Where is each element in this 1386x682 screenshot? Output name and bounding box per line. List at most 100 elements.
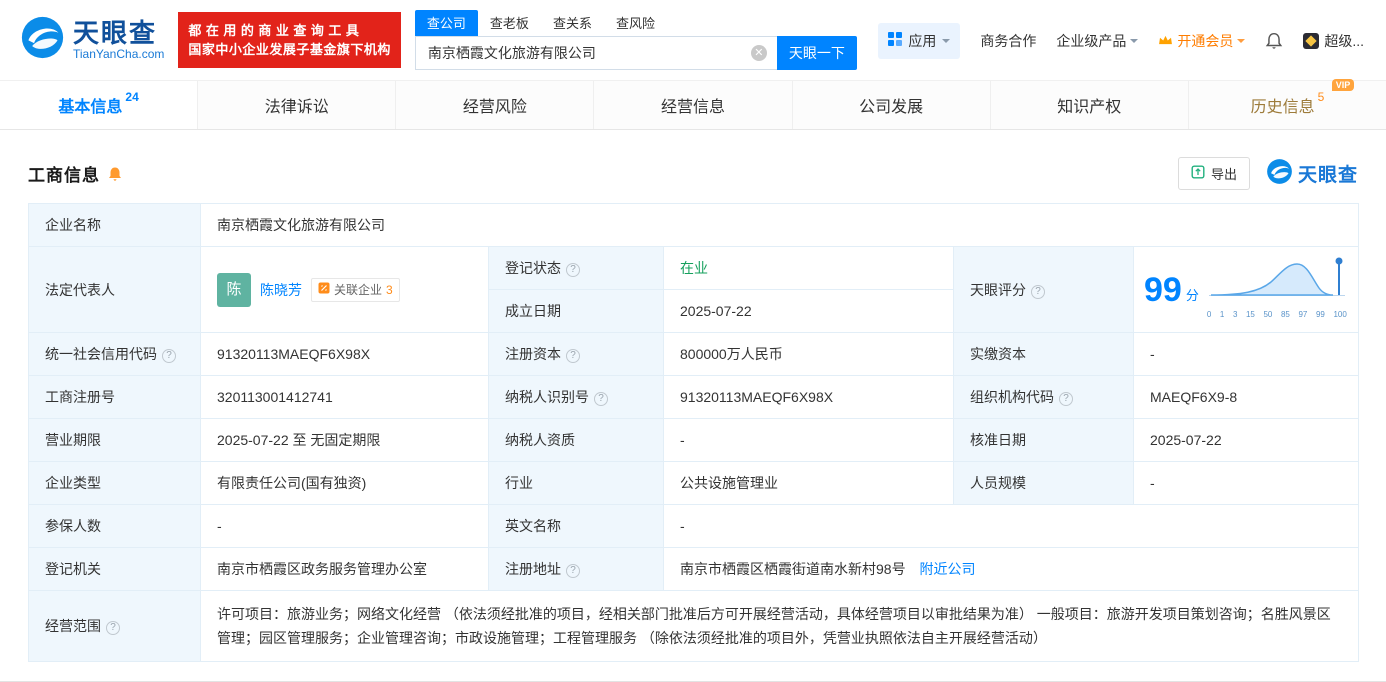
search-tab-company[interactable]: 查公司 <box>414 10 478 36</box>
tab-operation-risk[interactable]: 经营风险 <box>396 81 595 129</box>
industry-value: 公共设施管理业 <box>663 461 954 505</box>
legal-rep-cell: 陈 陈晓芳 关联企业 3 <box>200 246 489 333</box>
clear-search-icon[interactable] <box>750 45 767 61</box>
insured-count-label: 参保人数 <box>28 504 201 548</box>
export-button[interactable]: 导出 <box>1177 157 1250 190</box>
search-tab-boss[interactable]: 查老板 <box>478 10 541 36</box>
business-term-label: 营业期限 <box>28 418 201 462</box>
table-row: 参保人数 - 英文名称 - <box>28 504 1360 548</box>
help-icon[interactable] <box>162 349 176 363</box>
export-label: 导出 <box>1210 167 1237 182</box>
help-icon[interactable] <box>566 349 580 363</box>
help-icon[interactable] <box>594 392 608 406</box>
user-account-menu[interactable]: 超级... <box>1303 31 1364 51</box>
staff-scale-value: - <box>1132 461 1360 505</box>
reg-capital-label: 注册资本 <box>488 332 664 376</box>
search-tab-relation[interactable]: 查关系 <box>541 10 604 36</box>
reg-status-label: 登记状态 <box>488 246 664 290</box>
registered-address-label: 注册地址 <box>488 547 664 591</box>
tab-operation-info-label: 经营信息 <box>660 99 725 116</box>
taxpayer-id-value: 91320113MAEQF6X98X <box>663 375 954 419</box>
tab-basic-info-label: 基本信息 <box>58 99 123 116</box>
tianyancha-logo-icon <box>20 15 65 65</box>
approval-date-value: 2025-07-22 <box>1132 418 1360 462</box>
tab-legal-litigation[interactable]: 法律诉讼 <box>198 81 397 129</box>
legal-rep-name-link[interactable]: 陈晓芳 <box>260 280 302 300</box>
tab-operation-info[interactable]: 经营信息 <box>594 81 793 129</box>
related-companies-badge[interactable]: 关联企业 3 <box>311 277 400 302</box>
established-label: 成立日期 <box>488 289 664 333</box>
paid-capital-value: - <box>1132 332 1360 376</box>
table-row: 登记机关 南京市栖霞区政务服务管理办公室 注册地址 南京市栖霞区栖霞街道南水新村… <box>28 547 1360 591</box>
legal-rep-avatar[interactable]: 陈 <box>217 272 251 307</box>
tab-history-info[interactable]: 历史信息5 VIP <box>1189 79 1386 129</box>
taxpayer-qualification-label: 纳税人资质 <box>488 418 664 462</box>
help-icon[interactable] <box>1059 392 1073 406</box>
brand-watermark-label: 天眼查 <box>1297 165 1358 186</box>
tianyancha-logo[interactable]: 天眼查 TianYanCha.com <box>20 15 164 65</box>
taxpayer-id-label: 纳税人识别号 <box>488 375 664 419</box>
section-brand-watermark: 天眼查 <box>1266 158 1358 190</box>
nav-open-vip[interactable]: 开通会员 <box>1158 31 1246 51</box>
company-type-value: 有限责任公司(国有独资) <box>200 461 489 505</box>
section-title: 工商信息 <box>28 166 100 185</box>
vip-crown-icon <box>1158 33 1173 49</box>
tab-intellectual-property-label: 知识产权 <box>1057 99 1122 116</box>
english-name-label: 英文名称 <box>488 504 664 548</box>
user-label: 超级... <box>1324 32 1364 49</box>
staff-scale-label: 人员规模 <box>953 461 1134 505</box>
table-row: 工商注册号 320113001412741 纳税人识别号 91320113MAE… <box>28 375 1360 419</box>
business-term-value: 2025-07-22 至 无固定期限 <box>200 418 489 462</box>
header-right-nav: 应用 商务合作 企业级产品 开通会员 超级... <box>878 0 1364 81</box>
search-tabs: 查公司 查老板 查关系 查风险 <box>414 10 857 36</box>
score-number: 99 <box>1144 270 1182 309</box>
related-companies-icon <box>318 280 330 300</box>
table-row: 经营范围 许可项目：旅游业务；网络文化经营 （依法须经批准的项目，经相关部门批准… <box>28 590 1360 662</box>
apps-menu[interactable]: 应用 <box>878 22 961 59</box>
score-axis-ticks: 0 1 3 15 50 85 97 99 100 <box>1206 309 1347 319</box>
apps-label: 应用 <box>908 32 937 49</box>
search-button[interactable]: 天眼一下 <box>776 36 857 70</box>
business-scope-label: 经营范围 <box>28 590 201 662</box>
nav-enterprise-products[interactable]: 企业级产品 <box>1056 31 1139 51</box>
tianyancha-logo-icon <box>1266 158 1293 190</box>
search-tab-risk[interactable]: 查风险 <box>604 10 667 36</box>
related-companies-count: 3 <box>386 282 393 297</box>
company-detail-tabbar: 基本信息24 法律诉讼 经营风险 经营信息 公司发展 知识产权 历史信息5 VI… <box>0 79 1386 130</box>
business-info-section-head: 工商信息 导出 天眼查 <box>28 157 1358 190</box>
insured-count-value: - <box>200 504 489 548</box>
approval-date-label: 核准日期 <box>953 418 1134 462</box>
tab-company-development[interactable]: 公司发展 <box>793 81 991 129</box>
search-input[interactable] <box>414 36 777 70</box>
top-header: 天眼查 TianYanCha.com 都在用的商业查询工具 国家中小企业发展子基… <box>0 0 1386 81</box>
score-label: 天眼评分 <box>953 246 1134 333</box>
help-icon[interactable] <box>1031 284 1045 299</box>
registration-authority-label: 登记机关 <box>28 547 201 591</box>
help-icon[interactable] <box>566 564 580 578</box>
cooperation-label: 商务合作 <box>980 32 1037 49</box>
announcement-bell-icon[interactable] <box>107 166 123 182</box>
tab-company-development-label: 公司发展 <box>859 99 924 116</box>
tab-basic-info[interactable]: 基本信息24 <box>0 81 199 129</box>
nearby-companies-link[interactable]: 附近公司 <box>919 561 975 577</box>
help-icon[interactable] <box>106 621 120 635</box>
legal-rep-label: 法定代表人 <box>28 246 201 333</box>
reg-number-value: 320113001412741 <box>200 375 489 419</box>
logo-cn-text: 天眼查 <box>73 18 158 48</box>
chevron-down-icon <box>1237 38 1246 47</box>
tab-legal-litigation-label: 法律诉讼 <box>264 99 329 116</box>
reg-capital-value: 800000万人民币 <box>663 332 954 376</box>
table-row: 统一社会信用代码 91320113MAEQF6X98X 注册资本 800000万… <box>28 332 1360 376</box>
nav-business-cooperation[interactable]: 商务合作 <box>980 31 1036 51</box>
tab-intellectual-property[interactable]: 知识产权 <box>991 81 1189 129</box>
slogan-line1: 都在用的商业查询工具 <box>188 23 364 38</box>
registration-authority-value: 南京市栖霞区政务服务管理办公室 <box>200 547 489 591</box>
help-icon[interactable] <box>566 263 580 277</box>
notification-bell-icon[interactable] <box>1265 32 1283 50</box>
enterprise-label: 企业级产品 <box>1056 32 1127 49</box>
tab-history-info-label: 历史信息 <box>1250 99 1315 116</box>
credit-code-label: 统一社会信用代码 <box>28 332 201 376</box>
reg-status-value: 在业 <box>663 246 954 290</box>
slogan-line2: 国家中小企业发展子基金旗下机构 <box>188 42 391 57</box>
user-avatar-icon <box>1303 32 1320 49</box>
